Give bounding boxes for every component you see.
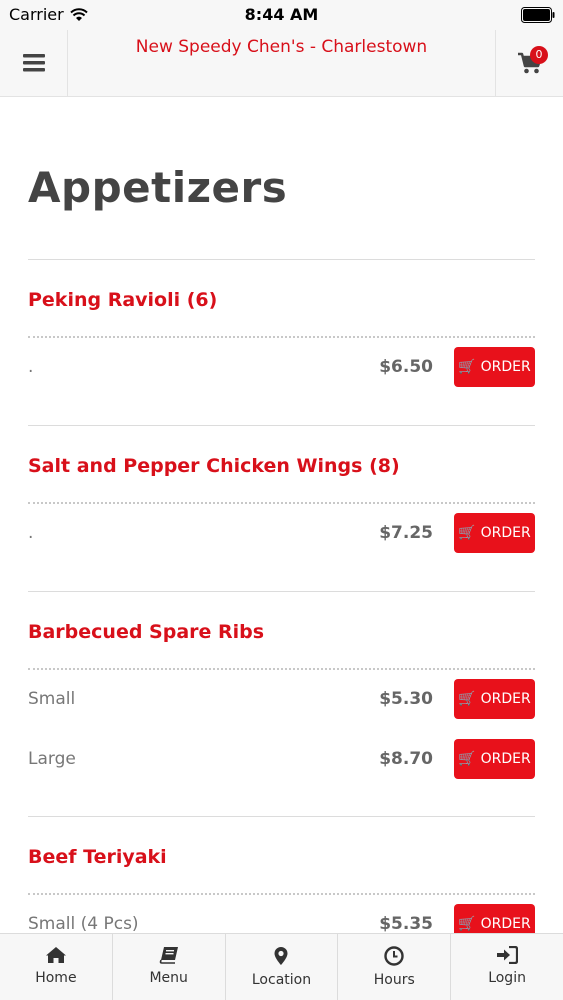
sign-in-icon — [497, 946, 519, 964]
cart-icon: 🛒 — [458, 691, 476, 707]
option-label: Small (4 Pcs) — [28, 914, 139, 933]
order-label: ORDER — [480, 916, 531, 932]
hamburger-icon — [22, 54, 45, 72]
item-divider — [28, 591, 535, 592]
order-label: ORDER — [480, 751, 531, 767]
order-button[interactable]: 🛒 ORDER — [454, 904, 535, 933]
order-button[interactable]: 🛒 ORDER — [454, 347, 535, 387]
option-row: . $6.50 🛒 ORDER — [28, 347, 535, 387]
bottom-nav: Home Menu Location Hours Login — [0, 933, 563, 1000]
item-divider — [28, 816, 535, 817]
cart-icon: 🛒 — [458, 916, 476, 932]
menu-content: Appetizers Peking Ravioli (6) . $6.50 🛒 … — [0, 97, 563, 933]
cart-icon: 🛒 — [458, 359, 476, 375]
restaurant-title: New Speedy Chen's - Charlestown — [135, 37, 428, 57]
nav-menu[interactable]: Menu — [113, 934, 226, 1000]
option-label: . — [28, 357, 34, 377]
dotted-divider — [28, 893, 535, 895]
option-label: Large — [28, 749, 76, 769]
option-price: $6.50 — [379, 357, 433, 377]
option-price: $7.25 — [379, 523, 433, 543]
cart-icon: 🛒 — [458, 525, 476, 541]
order-button[interactable]: 🛒 ORDER — [454, 739, 535, 779]
map-pin-icon — [274, 947, 288, 965]
cart-count-badge: 0 — [530, 46, 548, 64]
item-name: Peking Ravioli (6) — [28, 289, 218, 311]
option-row: . $7.25 🛒 ORDER — [28, 513, 535, 553]
section-title: Appetizers — [28, 163, 288, 212]
dotted-divider — [28, 502, 535, 504]
item-divider — [28, 425, 535, 426]
option-row: Small $5.30 🛒 ORDER — [28, 679, 535, 719]
battery-icon — [521, 7, 555, 23]
option-price: $8.70 — [379, 749, 433, 769]
item-name: Barbecued Spare Ribs — [28, 621, 265, 643]
cart-button[interactable]: 0 — [495, 30, 563, 96]
book-icon — [159, 947, 178, 964]
home-icon — [45, 947, 66, 963]
status-time: 8:44 AM — [244, 5, 319, 24]
nav-label: Location — [251, 972, 312, 988]
nav-label: Home — [35, 970, 77, 986]
option-label: . — [28, 523, 34, 543]
order-button[interactable]: 🛒 ORDER — [454, 513, 535, 553]
nav-location[interactable]: Location — [226, 934, 339, 1000]
nav-login[interactable]: Login — [451, 934, 563, 1000]
order-label: ORDER — [480, 359, 531, 375]
option-row: Large $8.70 🛒 ORDER — [28, 739, 535, 779]
option-label: Small — [28, 689, 76, 709]
nav-label: Menu — [149, 970, 188, 986]
nav-label: Hours — [373, 972, 415, 988]
order-label: ORDER — [480, 525, 531, 541]
clock-icon — [384, 946, 404, 966]
nav-label: Login — [488, 970, 526, 986]
nav-hours[interactable]: Hours — [338, 934, 452, 1000]
item-divider — [28, 259, 535, 260]
order-label: ORDER — [480, 691, 531, 707]
hamburger-menu-button[interactable] — [0, 30, 68, 96]
option-row: Small (4 Pcs) $5.35 🛒 ORDER — [28, 904, 535, 933]
option-price: $5.35 — [379, 914, 433, 933]
item-name: Beef Teriyaki — [28, 846, 167, 868]
app-header: New Speedy Chen's - Charlestown 0 — [0, 30, 563, 97]
order-button[interactable]: 🛒 ORDER — [454, 679, 535, 719]
cart-icon: 🛒 — [458, 751, 476, 767]
dotted-divider — [28, 668, 535, 670]
option-price: $5.30 — [379, 689, 433, 709]
item-name: Salt and Pepper Chicken Wings (8) — [28, 455, 400, 477]
dotted-divider — [28, 336, 535, 338]
nav-home[interactable]: Home — [0, 934, 113, 1000]
status-bar: Carrier 8:44 AM — [0, 0, 563, 30]
